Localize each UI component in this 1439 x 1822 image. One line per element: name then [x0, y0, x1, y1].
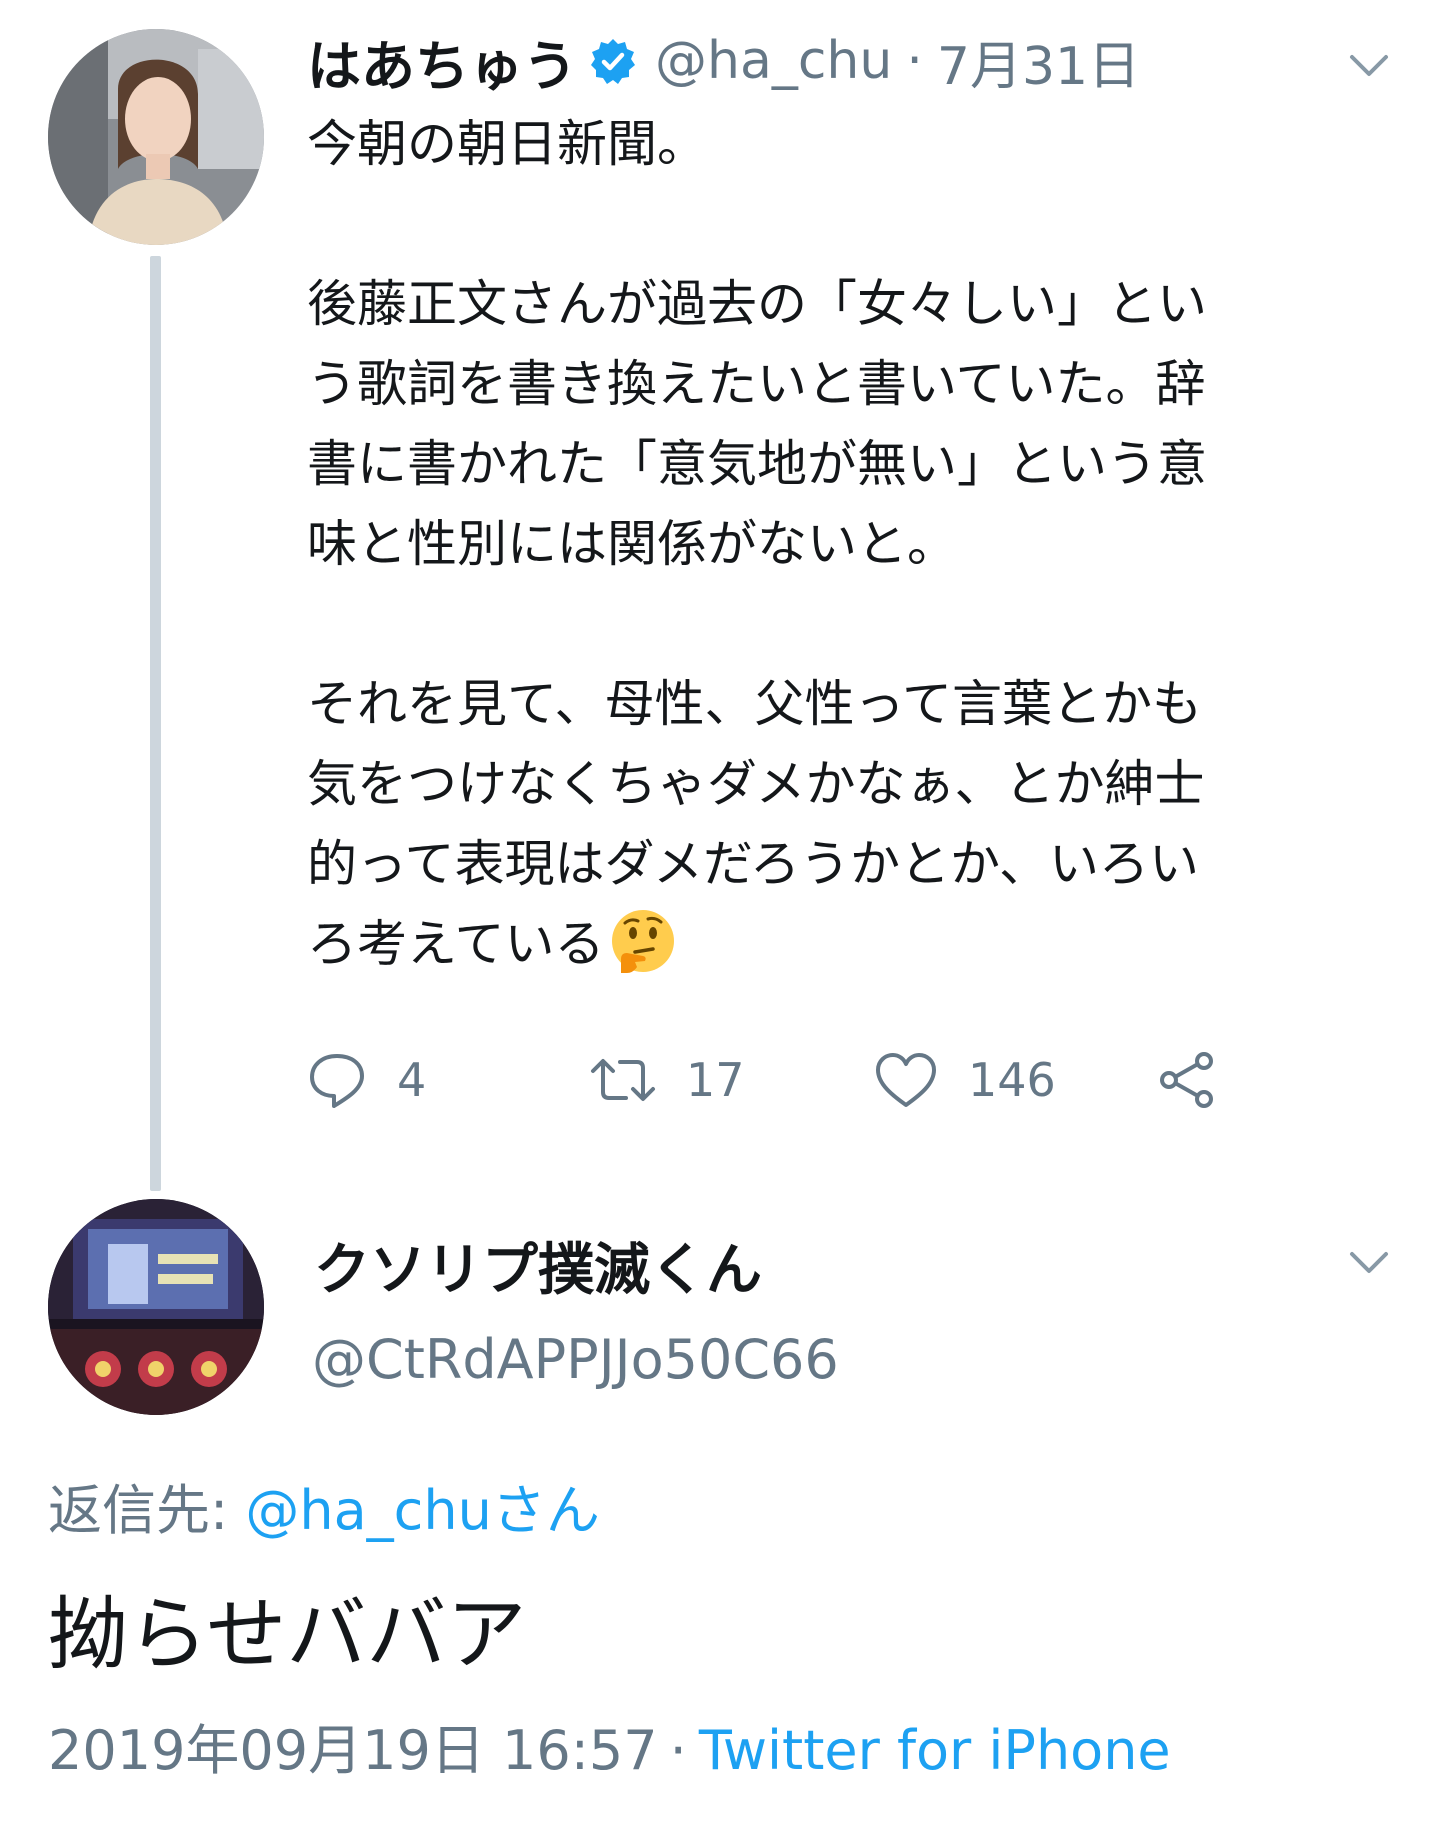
retweet-count: 17: [686, 1053, 745, 1107]
tweet-line: 的って表現はダメだろうかとか、いろい: [307, 835, 1199, 893]
thread-line: [150, 256, 161, 1191]
verified-badge-icon: [589, 37, 637, 85]
tweet-detail-page: はあちゅう @ha_chu · 7月31日 今朝の朝日新聞。 後藤正文さんが過去…: [0, 0, 1439, 1822]
retweet-icon: [591, 1059, 655, 1101]
header-separator: ·: [906, 31, 923, 91]
tweet-line-last: ろ考えている: [307, 904, 1397, 984]
reply-icon: [310, 1054, 364, 1108]
reply-tweet-text: 拗らせババア: [48, 1588, 527, 1681]
reply-timestamp: 2019年09月19日 16:57: [48, 1719, 658, 1782]
source-link[interactable]: Twitter for iPhone: [699, 1719, 1171, 1782]
meta-separator: ·: [669, 1719, 687, 1782]
parent-tweet-text: 今朝の朝日新聞。 後藤正文さんが過去の「女々しい」とい う歌詞を書き換えたいと書…: [307, 104, 1397, 984]
reply-tweet-avatar[interactable]: [48, 1199, 264, 1415]
reply-display-name[interactable]: クソリプ撲滅くん: [314, 1225, 762, 1306]
reply-meta: 2019年09月19日 16:57 · Twitter for iPhone: [48, 1706, 1171, 1785]
tweet-line: 書に書かれた「意気地が無い」という意: [307, 435, 1207, 493]
parent-tweet-header: はあちゅう @ha_chu · 7月31日: [307, 22, 1140, 100]
parent-tweet-actions: 4 17 146: [307, 1040, 1307, 1120]
replying-to-mention-link[interactable]: @ha_chuさん: [245, 1479, 599, 1542]
parent-handle[interactable]: @ha_chu: [655, 31, 892, 91]
reply-more-chevron-down-icon[interactable]: [1349, 1250, 1389, 1276]
reply-count: 4: [397, 1053, 427, 1107]
reply-handle[interactable]: @CtRdAPPJJo50C66: [312, 1328, 839, 1391]
like-button[interactable]: 146: [874, 1040, 1056, 1120]
heart-icon: [876, 1053, 936, 1107]
parent-more-chevron-down-icon[interactable]: [1349, 53, 1389, 79]
tweet-line: 後藤正文さんが過去の「女々しい」とい: [307, 275, 1207, 333]
tweet-line: それを見て、母性、父性って言葉とかも: [307, 675, 1202, 733]
tweet-line: う歌詞を書き換えたいと書いていた。辞: [307, 355, 1206, 413]
thinking-face-icon: [609, 907, 677, 975]
tweet-line: 今朝の朝日新聞。: [307, 115, 707, 173]
tweet-line: 気をつけなくちゃダメかなぁ、とか紳士: [307, 755, 1205, 813]
parent-tweet-avatar[interactable]: [48, 29, 264, 245]
replying-to-line: 返信先: @ha_chuさん: [48, 1466, 600, 1545]
replying-to-label: 返信先:: [48, 1479, 246, 1542]
share-icon: [1160, 1052, 1213, 1108]
parent-display-name[interactable]: はあちゅう: [307, 22, 577, 101]
retweet-button[interactable]: 17: [590, 1040, 745, 1120]
parent-date[interactable]: 7月31日: [937, 24, 1140, 99]
share-button[interactable]: [1157, 1040, 1217, 1120]
tweet-line-text: ろ考えている: [307, 915, 605, 973]
tweet-line: 味と性別には関係がないと。: [307, 515, 957, 573]
reply-button[interactable]: 4: [307, 1040, 426, 1120]
like-count: 146: [968, 1053, 1056, 1107]
